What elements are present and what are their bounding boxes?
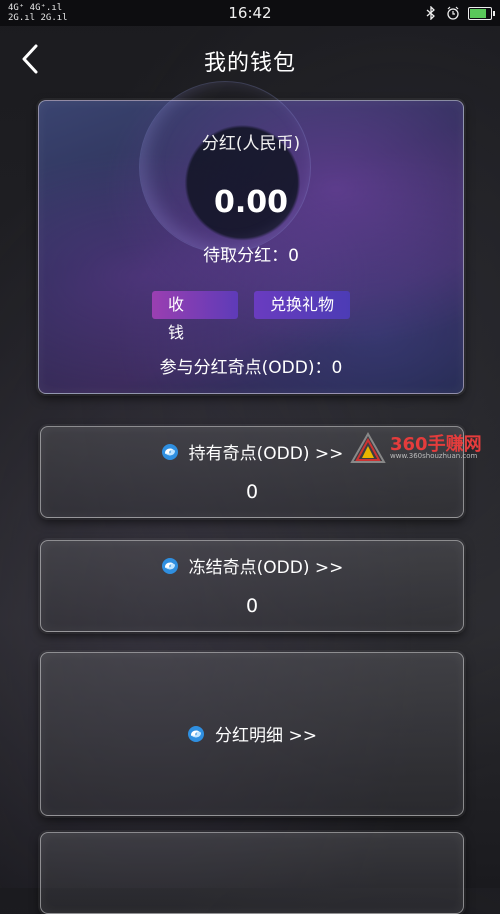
holdings-value: 0 — [245, 481, 259, 503]
frozen-value: 0 — [245, 595, 259, 617]
frozen-title: 冻结奇点(ODD) >> — [188, 558, 344, 578]
watermark-url: www.360shouzhuan.com — [390, 452, 478, 460]
collect-button[interactable]: 收 钱 — [151, 291, 238, 342]
pending-dividend: 待取分红：0 — [203, 246, 299, 266]
battery-icon — [468, 6, 495, 20]
swirl-icon — [161, 557, 178, 574]
status-bar: 4G⁺ 4G⁺.ıl 2G.ıl 2G.ıl 16:42 — [0, 0, 500, 26]
dividend-details-card[interactable]: 分红明细 >> — [40, 652, 464, 816]
swirl-icon — [161, 443, 178, 460]
page-title: 我的钱包 — [203, 51, 296, 76]
details-title: 分红明细 >> — [215, 726, 317, 746]
additional-card[interactable] — [40, 832, 464, 914]
frozen-card[interactable]: 冻结奇点(ODD) >> 0 — [40, 540, 464, 632]
alarm-icon — [446, 6, 460, 20]
dividend-label: 分红(人民币) — [201, 134, 301, 154]
participating-odd: 参与分红奇点(ODD)：0 — [159, 358, 343, 378]
holdings-title: 持有奇点(ODD) >> — [188, 444, 344, 464]
dividend-card: 分红(人民币) 0.00 待取分红：0 收 钱 兑换礼物 参与分红奇点(ODD)… — [38, 81, 464, 394]
bluetooth-icon — [424, 6, 438, 20]
planet-decoration — [139, 81, 311, 253]
dividend-amount: 0.00 — [213, 185, 289, 220]
swirl-icon — [188, 725, 205, 742]
watermark-logo-icon — [350, 432, 386, 463]
watermark: 360手赚网 www.360shouzhuan.com — [350, 430, 500, 466]
exchange-gift-button[interactable]: 兑换礼物 — [253, 291, 350, 319]
